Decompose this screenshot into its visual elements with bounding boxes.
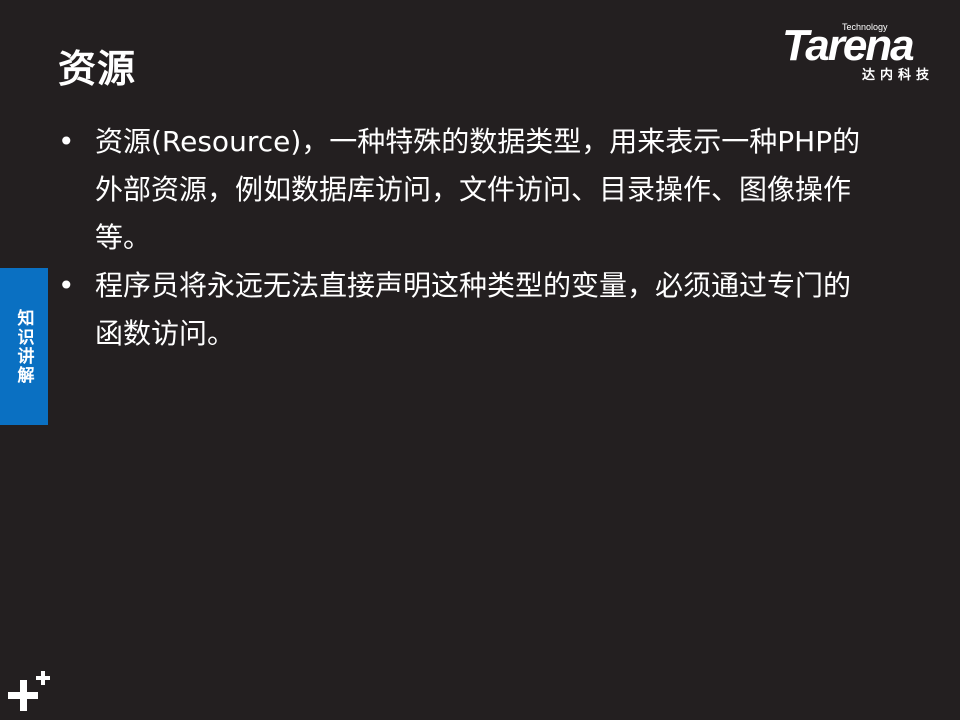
bullet-icon: • <box>58 125 75 158</box>
plus-decoration-icon <box>8 671 50 711</box>
section-tab-label: 知识讲解 <box>13 308 34 385</box>
bullet-item: • 程序员将永远无法直接声明这种类型的变量，必须通过专门的函数访问。 <box>56 262 876 358</box>
tarena-logo: Tarena Technology 达内科技 <box>780 20 950 85</box>
bullet-text: 资源(Resource)，一种特殊的数据类型，用来表示一种PHP的外部资源，例如… <box>95 125 861 254</box>
bullet-text: 程序员将永远无法直接声明这种类型的变量，必须通过专门的函数访问。 <box>95 269 852 350</box>
section-tab: 知识讲解 <box>0 268 48 425</box>
logo-cn: 达内科技 <box>862 68 935 83</box>
bullet-icon: • <box>58 269 75 302</box>
bullet-item: • 资源(Resource)，一种特殊的数据类型，用来表示一种PHP的外部资源，例… <box>56 118 876 262</box>
bullet-list: • 资源(Resource)，一种特殊的数据类型，用来表示一种PHP的外部资源，例… <box>56 118 876 358</box>
logo-tagline: Technology <box>842 22 888 32</box>
slide-title: 资源 <box>58 47 137 91</box>
